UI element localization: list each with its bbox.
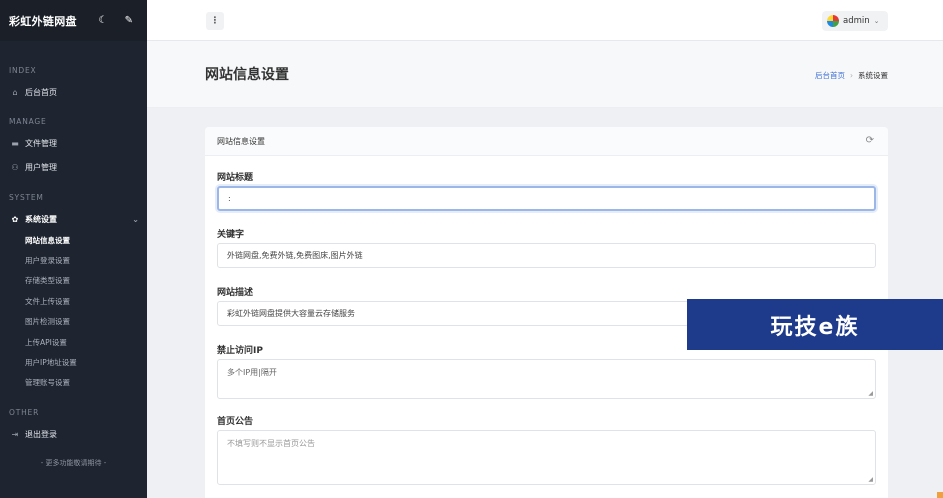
submenu-user-ip[interactable]: 用户IP地址设置: [0, 352, 147, 372]
user-name: admin: [843, 16, 870, 26]
sidebar-item-label: 文件管理: [25, 138, 57, 148]
card-header: 网站信息设置: [205, 127, 888, 156]
section-manage: MANAGE: [9, 117, 47, 126]
topbar: ⋮ admin ⌄: [147, 0, 943, 41]
sidebar-item-label: 后台首页: [25, 87, 57, 97]
sidebar-footer: - 更多功能敬请期待 -: [40, 459, 107, 467]
brand-bar: 彩虹外链网盘 ☾ ✎: [0, 0, 147, 41]
submenu-upload-api[interactable]: 上传API设置: [0, 332, 147, 352]
users-icon: ⚇: [11, 162, 19, 172]
breadcrumb-home[interactable]: 后台首页: [815, 70, 845, 81]
watermark-text: 玩技e族: [770, 314, 860, 340]
blocked-ip-textarea[interactable]: 多个IP用|隔开 ◢: [217, 359, 876, 399]
user-menu-button[interactable]: admin ⌄: [822, 11, 888, 31]
submenu-upload[interactable]: 文件上传设置: [0, 291, 147, 311]
sidebar-item-label: 退出登录: [25, 429, 57, 439]
announcement-textarea[interactable]: 不填写则不显示首页公告 ◢: [217, 430, 876, 485]
home-icon: ⌂: [12, 87, 18, 97]
section-index: INDEX: [9, 66, 37, 75]
breadcrumb-current: 系统设置: [858, 71, 888, 80]
announcement-label: 首页公告: [217, 417, 254, 427]
gear-icon: ✿: [11, 214, 19, 224]
sidebar-item-home[interactable]: ⌂ 后台首页: [0, 84, 147, 100]
refresh-icon[interactable]: ⟳: [866, 135, 874, 146]
sidebar-item-label: 系统设置: [25, 214, 57, 224]
sidebar-item-files[interactable]: ▬ 文件管理: [0, 135, 147, 151]
avatar: [827, 15, 839, 27]
chevron-down-icon: ⌄: [132, 214, 139, 224]
card-title: 网站信息设置: [217, 136, 265, 146]
corner-badge: [937, 492, 943, 498]
folder-icon: ▬: [11, 138, 19, 148]
logout-icon: ⇥: [11, 429, 19, 439]
sidebar-item-settings[interactable]: ✿ 系统设置 ⌄: [0, 211, 147, 227]
resize-handle-icon[interactable]: ◢: [868, 390, 873, 397]
pencil-icon[interactable]: ✎: [123, 15, 135, 26]
sidebar-item-users[interactable]: ⚇ 用户管理: [0, 159, 147, 175]
submenu-admin-account[interactable]: 管理账号设置: [0, 373, 147, 393]
moon-icon[interactable]: ☾: [97, 15, 109, 26]
submenu-site-info[interactable]: 网站信息设置: [0, 230, 147, 250]
site-title-input[interactable]: :: [217, 186, 876, 211]
submenu-storage[interactable]: 存储类型设置: [0, 271, 147, 291]
section-other: OTHER: [9, 408, 40, 417]
page-header: 网站信息设置 后台首页 › 系统设置: [147, 41, 943, 108]
kebab-menu-button[interactable]: ⋮: [206, 12, 224, 30]
description-label: 网站描述: [217, 288, 254, 298]
sidebar: 彩虹外链网盘 ☾ ✎ INDEX ⌂ 后台首页 MANAGE ▬ 文件管理 ⚇ …: [0, 0, 147, 498]
section-system: SYSTEM: [9, 193, 44, 202]
keywords-input[interactable]: 外链网盘,免费外链,免费图床,图片外链: [217, 243, 876, 268]
submenu-login[interactable]: 用户登录设置: [0, 250, 147, 270]
watermark-banner: 玩技e族: [687, 299, 943, 350]
blocked-ip-label: 禁止访问IP: [217, 346, 263, 356]
site-title-label: 网站标题: [217, 173, 254, 183]
keywords-label: 关键字: [217, 230, 245, 240]
blocked-ip-placeholder: 多个IP用|隔开: [227, 368, 277, 377]
announcement-placeholder: 不填写则不显示首页公告: [227, 439, 315, 448]
sidebar-item-label: 用户管理: [25, 162, 57, 172]
breadcrumb: 后台首页 › 系统设置: [815, 70, 888, 81]
brand-name[interactable]: 彩虹外链网盘: [9, 13, 77, 29]
sidebar-item-logout[interactable]: ⇥ 退出登录: [0, 426, 147, 442]
page-title: 网站信息设置: [205, 67, 289, 83]
chevron-down-icon: ⌄: [873, 17, 880, 25]
submenu-image-check[interactable]: 图片检测设置: [0, 312, 147, 332]
resize-handle-icon[interactable]: ◢: [868, 476, 873, 483]
breadcrumb-separator: ›: [850, 71, 853, 80]
settings-submenu: 网站信息设置 用户登录设置 存储类型设置 文件上传设置 图片检测设置 上传API…: [0, 230, 147, 393]
